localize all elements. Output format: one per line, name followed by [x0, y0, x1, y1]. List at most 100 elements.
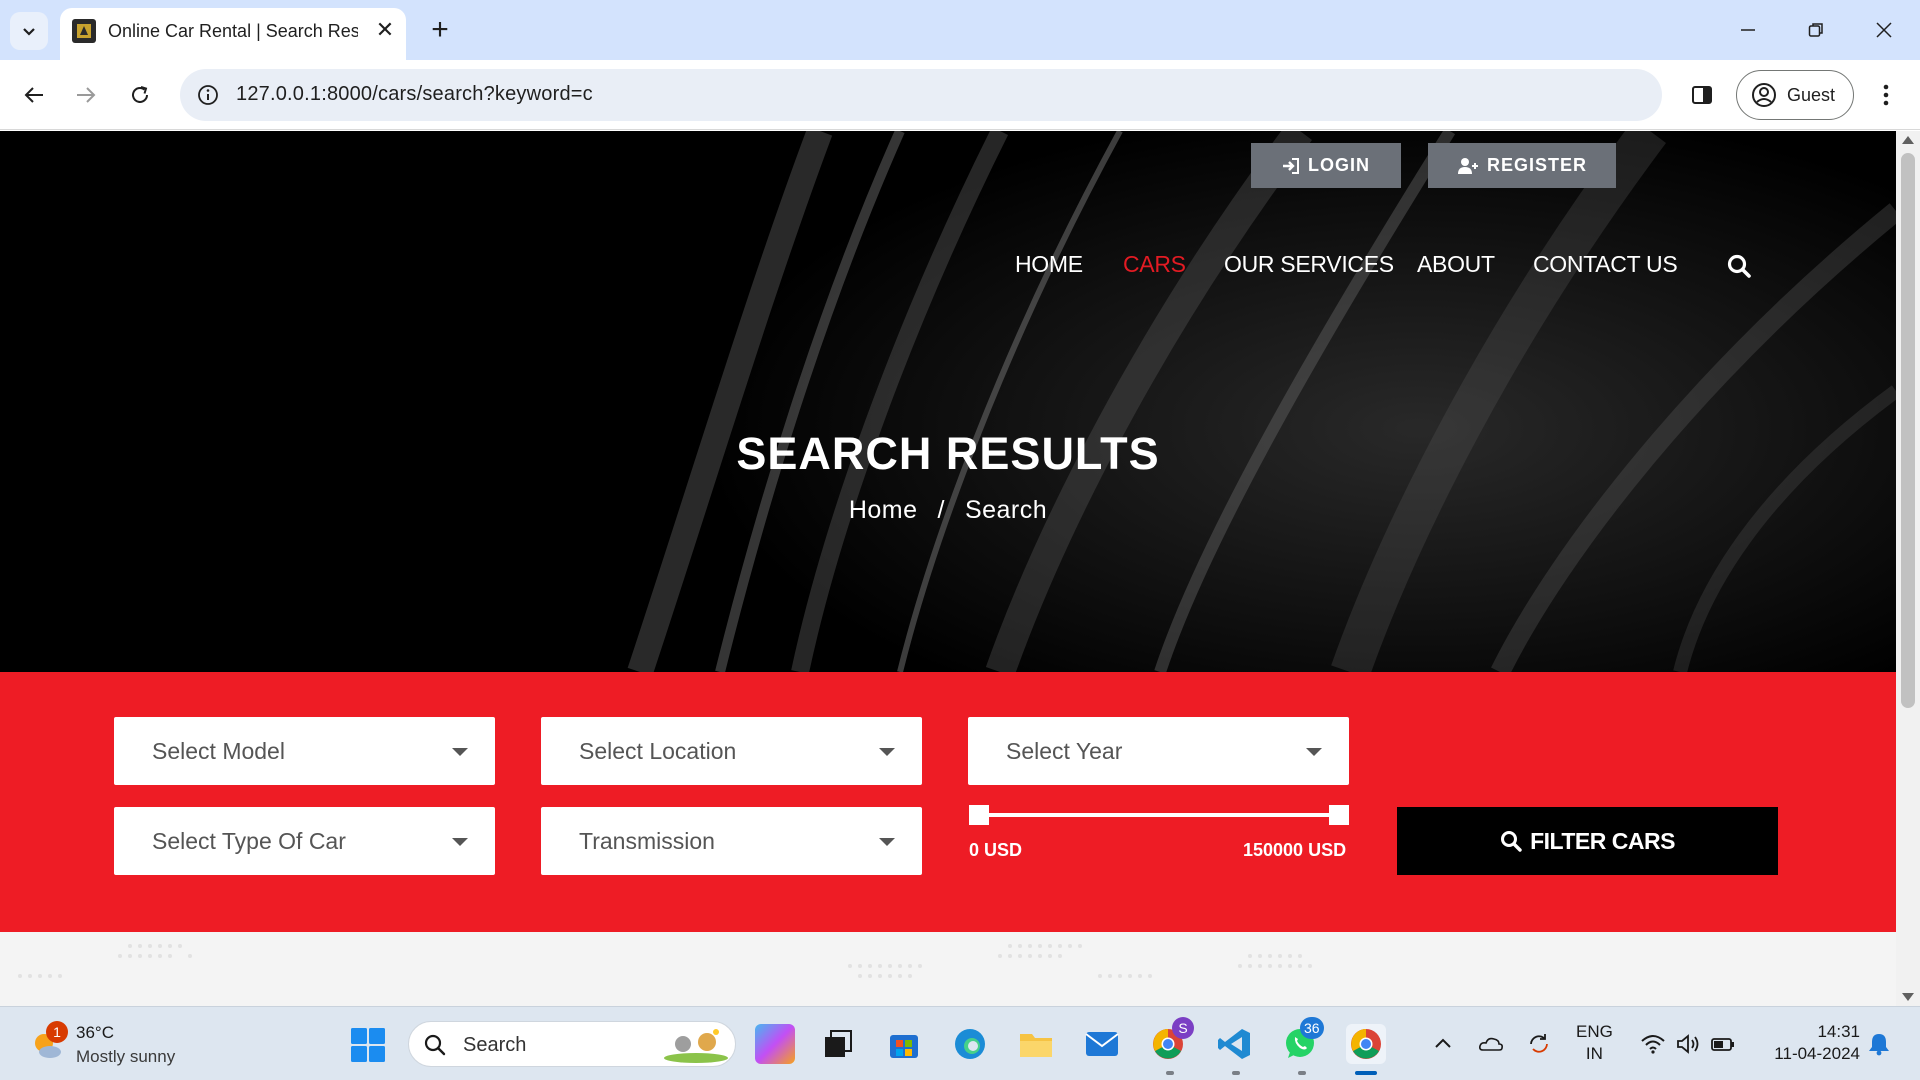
reload-icon	[132, 86, 148, 103]
scroll-up-arrow-icon[interactable]	[1902, 136, 1914, 144]
car-type-select[interactable]: Select Type Of Car	[114, 807, 495, 875]
clock-date: 11-04-2024	[1774, 1044, 1860, 1063]
caret-down-icon	[452, 838, 468, 846]
caret-down-icon	[879, 748, 895, 756]
profile-badge: S	[1172, 1017, 1194, 1039]
world-map-dots-pattern	[18, 944, 1312, 978]
chevron-down-icon	[23, 28, 35, 36]
region-label: IN	[1585, 1044, 1603, 1063]
price-range-track[interactable]	[975, 813, 1335, 817]
close-icon	[1876, 22, 1892, 38]
year-select[interactable]: Select Year	[968, 717, 1349, 785]
system-clock[interactable]: 14:31 11-04-2024	[1754, 1021, 1860, 1065]
nav-about[interactable]: ABOUT	[1417, 251, 1495, 278]
car-type-select-label: Select Type Of Car	[152, 828, 346, 854]
new-tab-button[interactable]: +	[422, 12, 458, 48]
login-label: LOGIN	[1308, 155, 1370, 175]
wifi-icon[interactable]	[1640, 1031, 1666, 1057]
side-panel-button[interactable]	[1680, 73, 1724, 117]
reload-button[interactable]	[118, 73, 162, 117]
search-icon	[424, 1034, 446, 1056]
active-app-indicator	[1355, 1071, 1377, 1075]
location-select-label: Select Location	[579, 738, 737, 764]
nav-home[interactable]: HOME	[1015, 251, 1083, 278]
register-button[interactable]: REGISTER	[1428, 143, 1616, 188]
hero-banner: LOGIN REGISTER HOME CARS OUR SERVICES AB…	[0, 131, 1896, 672]
clock-time: 14:31	[1817, 1022, 1860, 1041]
tab-title: Online Car Rental | Search Results	[108, 21, 358, 41]
breadcrumb-separator: /	[937, 496, 945, 524]
vscode-icon[interactable]	[1214, 1024, 1254, 1064]
profile-label: Guest	[1787, 84, 1836, 105]
nav-search-icon[interactable]	[1726, 253, 1756, 283]
filter-cars-button[interactable]: FILTER CARS	[1397, 807, 1778, 875]
volume-icon[interactable]	[1675, 1031, 1701, 1057]
nav-our-services[interactable]: OUR SERVICES	[1224, 251, 1394, 278]
page-scrollbar[interactable]	[1896, 131, 1920, 1006]
breadcrumb-home[interactable]: Home	[849, 496, 918, 525]
weather-temperature: 36°C	[76, 1023, 114, 1042]
user-plus-icon	[1457, 157, 1478, 174]
page-title: SEARCH RESULTS	[736, 428, 1160, 479]
windows-start-icon[interactable]	[350, 1027, 386, 1063]
running-indicator	[1232, 1071, 1240, 1075]
edge-browser-icon[interactable]	[950, 1024, 990, 1064]
price-min-handle[interactable]	[969, 805, 989, 825]
close-window-button[interactable]	[1854, 8, 1914, 52]
browser-tab-active[interactable]: Online Car Rental | Search Results ✕	[60, 8, 406, 60]
browser-menu-button[interactable]	[1866, 73, 1906, 117]
caret-down-icon	[879, 838, 895, 846]
microsoft-store-icon[interactable]	[884, 1024, 924, 1064]
price-min-label: 0 USD	[969, 840, 1023, 860]
hero-background-image	[627, 131, 1896, 672]
filter-cars-label: FILTER CARS	[1530, 827, 1675, 854]
transmission-select[interactable]: Transmission	[541, 807, 922, 875]
results-section	[0, 932, 1896, 1006]
chevron-up-icon[interactable]	[1430, 1031, 1456, 1057]
copilot-app-icon[interactable]	[755, 1024, 795, 1064]
taskbar-search-box[interactable]: Search	[408, 1021, 736, 1067]
sign-in-icon	[1283, 157, 1299, 174]
register-label: REGISTER	[1486, 155, 1587, 175]
chrome-app-icon[interactable]	[1346, 1024, 1386, 1064]
caret-down-icon	[452, 748, 468, 756]
back-button[interactable]	[12, 73, 56, 117]
nav-contact-us[interactable]: CONTACT US	[1533, 251, 1678, 278]
arrow-right-icon	[77, 87, 96, 103]
nav-cars[interactable]: CARS	[1123, 251, 1186, 278]
site-info-icon[interactable]	[194, 81, 222, 109]
restore-button[interactable]	[1786, 8, 1846, 52]
weather-alert-badge: 1	[46, 1021, 68, 1043]
search-highlight-illustration-icon	[664, 1029, 728, 1063]
address-bar[interactable]: 127.0.0.1:8000/cars/search?keyword=c	[180, 69, 1662, 121]
weather-description: Mostly sunny	[76, 1047, 176, 1066]
mail-app-icon[interactable]	[1082, 1024, 1122, 1064]
arrow-left-icon	[24, 87, 43, 103]
price-max-handle[interactable]	[1329, 805, 1349, 825]
language-indicator[interactable]: ENG IN	[1576, 1021, 1613, 1065]
tab-search-button[interactable]	[10, 12, 48, 50]
notification-bell-icon[interactable]	[1866, 1031, 1892, 1057]
browser-toolbar: 127.0.0.1:8000/cars/search?keyword=c Gue…	[0, 60, 1920, 130]
task-view-app-icon[interactable]	[818, 1024, 858, 1064]
login-button[interactable]: LOGIN	[1251, 143, 1401, 188]
forward-button[interactable]	[64, 73, 108, 117]
battery-icon[interactable]	[1710, 1031, 1736, 1057]
model-select[interactable]: Select Model	[114, 717, 495, 785]
car-filter-panel: Select Model Select Location Select Year…	[0, 672, 1896, 932]
minimize-button[interactable]	[1718, 8, 1778, 52]
location-select[interactable]: Select Location	[541, 717, 922, 785]
scrollbar-thumb[interactable]	[1901, 153, 1915, 708]
file-explorer-icon[interactable]	[1016, 1024, 1056, 1064]
sync-icon[interactable]	[1526, 1031, 1552, 1057]
tab-close-icon[interactable]: ✕	[370, 15, 400, 45]
profile-button[interactable]: Guest	[1736, 70, 1854, 120]
site-favicon-icon	[72, 19, 96, 43]
account-circle-icon	[1752, 83, 1776, 107]
minimize-icon	[1741, 29, 1755, 31]
whatsapp-unread-badge: 36	[1300, 1017, 1324, 1039]
onedrive-cloud-icon[interactable]	[1478, 1031, 1504, 1057]
restore-icon	[1808, 23, 1823, 37]
url-text: 127.0.0.1:8000/cars/search?keyword=c	[236, 83, 593, 105]
scroll-down-arrow-icon[interactable]	[1902, 993, 1914, 1001]
